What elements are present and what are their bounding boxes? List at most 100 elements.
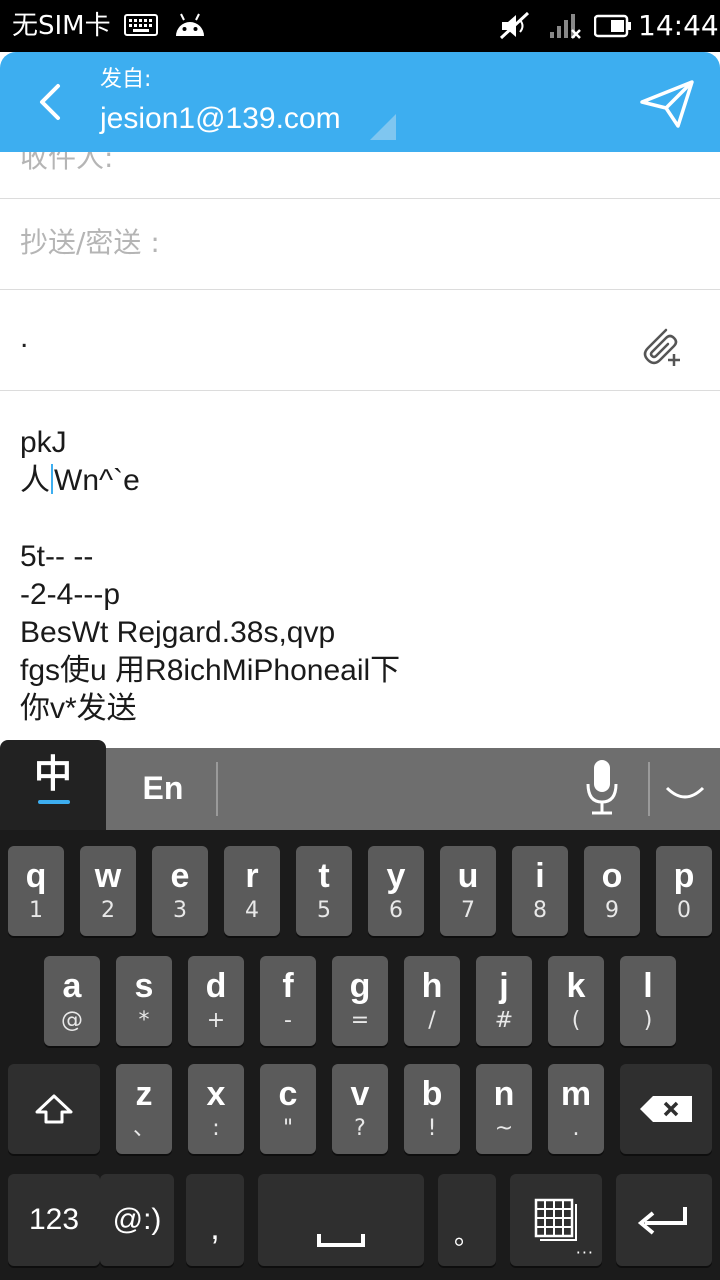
body-line bbox=[20, 500, 710, 538]
key-t[interactable]: t5 bbox=[296, 846, 352, 936]
subject-input[interactable]: . bbox=[20, 318, 28, 358]
ime-divider bbox=[216, 762, 218, 816]
key-r[interactable]: r4 bbox=[224, 846, 280, 936]
email-body[interactable]: pkJ 人 Wn^`e 5t-- -- -2-4---p BesWt Rejgar… bbox=[20, 424, 710, 728]
attachment-icon[interactable] bbox=[636, 320, 684, 368]
keyboard-icon bbox=[124, 14, 158, 36]
numbers-key-label: 123 bbox=[28, 1203, 80, 1236]
from-account-selector[interactable]: jesion1@139.com bbox=[100, 100, 341, 138]
to-field[interactable]: 收件人: bbox=[0, 152, 720, 199]
text-caret bbox=[51, 464, 53, 494]
symbols-key[interactable]: ··· bbox=[510, 1174, 602, 1266]
key-b[interactable]: b! bbox=[404, 1064, 460, 1154]
key-letter: q bbox=[25, 857, 47, 895]
space-key[interactable] bbox=[258, 1174, 424, 1266]
key-c[interactable]: c " bbox=[260, 1064, 316, 1154]
microphone-icon[interactable] bbox=[584, 758, 620, 818]
body-line: BesWt Rejgard.38s,qvp bbox=[20, 616, 336, 649]
numbers-key[interactable]: 123 bbox=[8, 1174, 100, 1266]
hide-keyboard-icon[interactable] bbox=[664, 782, 706, 806]
from-label: 发自: bbox=[100, 67, 152, 92]
key-o[interactable]: o9 bbox=[584, 846, 640, 936]
battery-icon bbox=[594, 14, 631, 38]
ime-chinese-tab[interactable]: 中 bbox=[0, 740, 106, 830]
key-letter: c bbox=[278, 1075, 298, 1113]
key-letter: o bbox=[601, 857, 623, 895]
key-a[interactable]: a @ bbox=[44, 956, 100, 1046]
key-secondary-symbol: 4 bbox=[245, 898, 259, 923]
key-g[interactable]: g = bbox=[332, 956, 388, 1046]
key-letter: g bbox=[349, 967, 371, 1005]
ime-divider bbox=[648, 762, 650, 816]
clock: 14:44 bbox=[638, 9, 719, 42]
shift-icon bbox=[35, 1094, 73, 1124]
ime-english-tab[interactable]: En bbox=[120, 766, 206, 810]
body-line: fgs使u 用R8ichMiPhoneail下 bbox=[20, 654, 401, 687]
key-i[interactable]: i8 bbox=[512, 846, 568, 936]
enter-key[interactable] bbox=[616, 1174, 712, 1266]
key-letter: b bbox=[421, 1075, 443, 1113]
key-j[interactable]: j # bbox=[476, 956, 532, 1046]
key-letter: r bbox=[245, 857, 259, 895]
backspace-key[interactable] bbox=[620, 1064, 712, 1154]
key-n[interactable]: n ~ bbox=[476, 1064, 532, 1154]
ime-chinese-label: 中 bbox=[33, 752, 72, 796]
status-bar: 无SIM卡 14:44 bbox=[0, 0, 720, 52]
key-secondary-symbol: : bbox=[212, 1116, 220, 1141]
key-l[interactable]: l) bbox=[620, 956, 676, 1046]
key-x[interactable]: x: bbox=[188, 1064, 244, 1154]
key-d[interactable]: d + bbox=[188, 956, 244, 1046]
cc-bcc-label: 抄送/密送 : bbox=[20, 226, 160, 259]
key-f[interactable]: f- bbox=[260, 956, 316, 1046]
key-y[interactable]: y6 bbox=[368, 846, 424, 936]
back-button[interactable] bbox=[26, 74, 74, 130]
key-secondary-symbol: ? bbox=[354, 1116, 366, 1141]
key-w[interactable]: w2 bbox=[80, 846, 136, 936]
subject-field[interactable]: . bbox=[0, 290, 720, 391]
key-secondary-symbol: 8 bbox=[533, 898, 547, 923]
soft-keyboard: q1w2e3r4t5y6u7i8o9p0 a @ s * d + f - g = h / j # k(l) … bbox=[0, 830, 720, 1280]
dropdown-triangle-icon[interactable] bbox=[370, 114, 396, 140]
key-e[interactable]: e3 bbox=[152, 846, 208, 936]
send-icon[interactable] bbox=[638, 78, 696, 130]
cc-bcc-field[interactable]: 抄送/密送 : bbox=[0, 199, 720, 290]
key-letter: t bbox=[318, 857, 330, 895]
key-secondary-symbol: 7 bbox=[461, 898, 475, 923]
key-p[interactable]: p0 bbox=[656, 846, 712, 936]
key-letter: x bbox=[206, 1075, 226, 1113]
key-secondary-symbol: 2 bbox=[101, 898, 115, 923]
grid-icon bbox=[534, 1198, 577, 1241]
key-letter: w bbox=[94, 857, 122, 895]
emoticon-key[interactable]: @:) bbox=[100, 1174, 174, 1266]
key-k[interactable]: k( bbox=[548, 956, 604, 1046]
key-letter: j bbox=[499, 967, 509, 1005]
key-letter: d bbox=[205, 967, 227, 1005]
comma-key[interactable]: , bbox=[186, 1174, 244, 1266]
enter-icon bbox=[637, 1207, 687, 1235]
key-letter: h bbox=[421, 967, 443, 1005]
key-s[interactable]: s * bbox=[116, 956, 172, 1046]
key-m[interactable]: m. bbox=[548, 1064, 604, 1154]
key-secondary-symbol: 1 bbox=[29, 898, 43, 923]
key-u[interactable]: u7 bbox=[440, 846, 496, 936]
key-secondary-symbol: ) bbox=[643, 1008, 653, 1033]
key-q[interactable]: q1 bbox=[8, 846, 64, 936]
key-letter: n bbox=[493, 1075, 515, 1113]
key-secondary-symbol: # bbox=[494, 1008, 514, 1033]
key-secondary-symbol: 、 bbox=[132, 1116, 155, 1141]
key-z[interactable]: z、 bbox=[116, 1064, 172, 1154]
body-line: pkJ bbox=[20, 426, 67, 459]
key-letter: z bbox=[135, 1075, 153, 1113]
shift-key[interactable] bbox=[8, 1064, 100, 1154]
key-letter: v bbox=[350, 1075, 370, 1113]
key-v[interactable]: v? bbox=[332, 1064, 388, 1154]
key-letter: p bbox=[673, 857, 695, 895]
mute-icon bbox=[499, 11, 530, 40]
ime-toolbar: 中 En bbox=[0, 740, 720, 830]
compose-header: 发自: jesion1@139.com bbox=[0, 52, 720, 152]
period-key[interactable]: 。 bbox=[438, 1174, 496, 1266]
key-secondary-symbol: @ bbox=[61, 1008, 83, 1033]
key-h[interactable]: h / bbox=[404, 956, 460, 1046]
key-secondary-symbol: ( bbox=[571, 1008, 581, 1033]
key-secondary-symbol: + bbox=[206, 1008, 226, 1033]
